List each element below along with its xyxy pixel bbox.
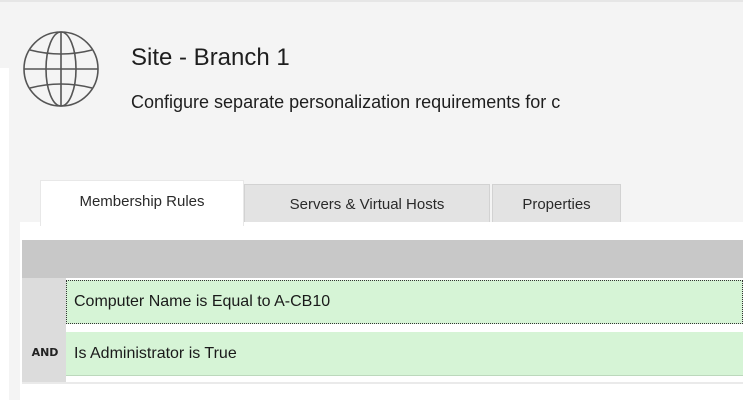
grid-header <box>22 240 743 278</box>
tab-label: Properties <box>522 196 591 213</box>
page-subtitle: Configure separate personalization requi… <box>131 92 561 112</box>
membership-rules-panel: Computer Name is Equal to A-CB10 AND Is … <box>20 222 743 400</box>
grid-bottom-divider <box>22 382 743 384</box>
row-header-column <box>22 278 66 382</box>
tab-properties[interactable]: Properties <box>492 184 621 224</box>
rule-row[interactable]: Computer Name is Equal to A-CB10 <box>66 280 743 324</box>
page-title: Site - Branch 1 <box>131 44 290 71</box>
operator-label: AND <box>31 346 59 359</box>
rule-row[interactable]: Is Administrator is True <box>66 332 743 376</box>
tab-label: Servers & Virtual Hosts <box>289 196 445 213</box>
tab-label: Membership Rules <box>79 193 205 210</box>
tab-membership-rules[interactable]: Membership Rules <box>40 180 244 226</box>
rule-text: Computer Name is Equal to A-CB10 <box>74 293 331 310</box>
globe-icon <box>23 31 99 107</box>
rule-text: Is Administrator is True <box>74 345 237 362</box>
tab-servers-virtual-hosts[interactable]: Servers & Virtual Hosts <box>244 184 490 224</box>
left-edge-strip <box>0 68 9 400</box>
